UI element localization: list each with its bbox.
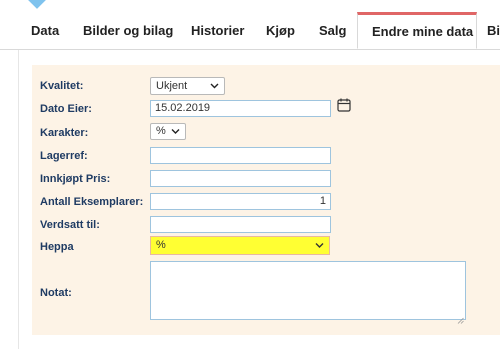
chevron-down-icon xyxy=(171,124,180,144)
dato-eier-input[interactable]: 15.02.2019 xyxy=(150,100,331,117)
brand-diamond xyxy=(27,0,47,9)
karakter-value: % xyxy=(156,125,166,137)
lagerref-label: Lagerref: xyxy=(40,150,88,162)
kvalitet-value: Ukjent xyxy=(156,80,188,92)
innkjopt-pris-label: Innkjøpt Pris: xyxy=(40,173,111,185)
heppa-select[interactable]: % xyxy=(150,236,330,255)
chevron-down-icon xyxy=(210,78,219,100)
verdsatt-til-input[interactable] xyxy=(150,216,331,233)
kvalitet-label: Kvalitet: xyxy=(40,80,84,92)
notat-label: Notat: xyxy=(40,287,72,299)
notat-textarea[interactable] xyxy=(150,261,466,324)
innkjopt-pris-input[interactable] xyxy=(150,170,331,187)
chevron-down-icon xyxy=(315,237,324,260)
heppa-value: % xyxy=(156,239,166,251)
verdsatt-til-label: Verdsatt til: xyxy=(40,219,100,231)
calendar-icon[interactable] xyxy=(337,98,351,112)
antall-eksemplarer-label: Antall Eksemplarer: xyxy=(40,196,144,208)
karakter-select[interactable]: % xyxy=(150,123,186,140)
antall-eksemplarer-input[interactable]: 1 xyxy=(150,193,331,210)
dato-eier-label: Dato Eier: xyxy=(40,103,92,115)
karakter-label: Karakter: xyxy=(40,127,89,139)
tab-data[interactable]: Data xyxy=(31,13,59,49)
tab-endre-mine-data[interactable]: Endre mine data xyxy=(357,12,477,49)
resize-grip-icon[interactable] xyxy=(457,311,464,324)
tab-bi[interactable]: Bi xyxy=(487,13,500,49)
tab-historier[interactable]: Historier xyxy=(191,13,244,49)
tab-salg[interactable]: Salg xyxy=(319,13,346,49)
tab-bilder-og-bilag[interactable]: Bilder og bilag xyxy=(83,13,173,49)
lagerref-input[interactable] xyxy=(150,147,331,164)
kvalitet-select[interactable]: Ukjent xyxy=(150,77,225,95)
tab-kjop[interactable]: Kjøp xyxy=(266,13,295,49)
tab-bar: Data Bilder og bilag Historier Kjøp Salg… xyxy=(0,12,500,50)
heppa-label: Heppa xyxy=(40,241,74,253)
